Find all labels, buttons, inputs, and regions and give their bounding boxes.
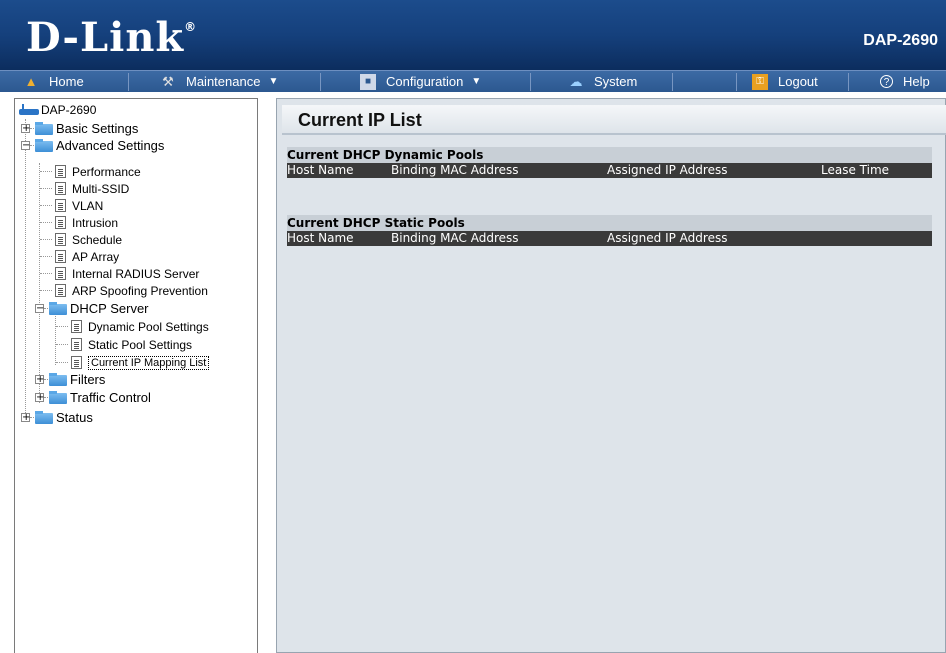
menu-home[interactable]: ▲ Home (23, 71, 84, 92)
key-icon: ⚿ (752, 73, 768, 90)
tree-item-current-ip-mapping[interactable]: Current IP Mapping List (71, 354, 210, 371)
tree-item-dhcp-server[interactable]: DHCP Server (49, 300, 149, 317)
tree-item-dynamic-pool[interactable]: Dynamic Pool Settings (71, 318, 209, 335)
column-assigned-ip: Assigned IP Address (607, 163, 728, 177)
expand-icon[interactable]: + (35, 375, 44, 385)
page-icon (55, 199, 66, 212)
menu-logout[interactable]: ⚿ Logout (752, 71, 818, 92)
tree-item-performance[interactable]: Performance (55, 163, 141, 180)
column-assigned-ip: Assigned IP Address (607, 231, 728, 245)
tree-item-schedule[interactable]: Schedule (55, 231, 122, 248)
page-title-bar: Current IP List (282, 105, 946, 135)
menu-system[interactable]: ☁ System (568, 71, 638, 92)
expand-icon[interactable]: + (35, 393, 44, 403)
page-icon (55, 165, 66, 178)
menu-maintenance[interactable]: ⚒ Maintenance ▼ (160, 71, 278, 92)
tree-item-arp-spoofing[interactable]: ARP Spoofing Prevention (55, 282, 208, 299)
dynamic-pools-title: Current DHCP Dynamic Pools (287, 147, 932, 163)
folder-open-icon (35, 139, 53, 152)
tree-item-vlan[interactable]: VLAN (55, 197, 103, 214)
device-model: DAP-2690 (863, 32, 938, 49)
tree-item-filters[interactable]: Filters (49, 371, 105, 388)
tree-item-status[interactable]: Status (35, 409, 93, 426)
dlink-logo: D-Link® (26, 14, 198, 61)
page-icon (71, 320, 82, 333)
page-icon (55, 233, 66, 246)
folder-open-icon (49, 302, 67, 315)
page-icon (55, 267, 66, 280)
folder-icon (49, 373, 67, 386)
static-pools-header: Host Name Binding MAC Address Assigned I… (287, 231, 932, 246)
help-icon: ? (880, 75, 893, 88)
tree-item-basic-settings[interactable]: Basic Settings (35, 120, 138, 137)
tree-item-multi-ssid[interactable]: Multi-SSID (55, 180, 129, 197)
tree-item-traffic-control[interactable]: Traffic Control (49, 389, 151, 406)
tree-root-device[interactable]: DAP-2690 (19, 101, 96, 118)
tools-icon: ⚒ (162, 73, 174, 89)
header-banner: D-Link® DAP-2690 (0, 0, 946, 70)
expand-icon[interactable]: + (21, 413, 30, 423)
collapse-icon[interactable]: − (21, 141, 30, 151)
page-icon (55, 284, 66, 297)
chevron-down-icon: ▼ (268, 76, 279, 87)
navigation-tree: DAP-2690 + Basic Settings − Advanced Set… (14, 98, 258, 653)
column-host-name: Host Name (287, 231, 354, 245)
static-pools-title: Current DHCP Static Pools (287, 215, 932, 231)
tree-item-advanced-settings[interactable]: Advanced Settings (35, 137, 164, 154)
column-binding-mac: Binding MAC Address (391, 231, 519, 245)
chevron-down-icon: ▼ (471, 76, 482, 87)
page-icon (55, 216, 66, 229)
device-icon (19, 103, 39, 116)
collapse-icon[interactable]: − (35, 304, 44, 314)
menu-help[interactable]: ? Help (880, 71, 930, 92)
main-content: Current IP List Current DHCP Dynamic Poo… (276, 98, 946, 653)
page-title: Current IP List (298, 110, 422, 130)
tree-item-internal-radius[interactable]: Internal RADIUS Server (55, 265, 199, 282)
page-icon (71, 356, 82, 369)
column-binding-mac: Binding MAC Address (391, 163, 519, 177)
page-icon (55, 250, 66, 263)
save-icon: ■ (360, 73, 376, 90)
folder-icon (35, 122, 53, 135)
folder-icon (35, 411, 53, 424)
expand-icon[interactable]: + (21, 124, 30, 134)
column-host-name: Host Name (287, 163, 354, 177)
page-icon (55, 182, 66, 195)
folder-icon (49, 391, 67, 404)
menu-configuration[interactable]: ■ Configuration ▼ (360, 71, 481, 92)
tree-item-ap-array[interactable]: AP Array (55, 248, 119, 265)
column-lease-time: Lease Time (821, 163, 890, 177)
tree-item-static-pool[interactable]: Static Pool Settings (71, 336, 192, 353)
dynamic-pools-header: Host Name Binding MAC Address Assigned I… (287, 163, 932, 178)
page-icon (71, 338, 82, 351)
system-icon: ☁ (569, 73, 583, 89)
menu-bar: ▲ Home ⚒ Maintenance ▼ ■ Configuration ▼… (0, 70, 946, 92)
tree-item-intrusion[interactable]: Intrusion (55, 214, 118, 231)
panel-splitter[interactable] (258, 92, 266, 653)
home-icon: ▲ (24, 73, 38, 89)
